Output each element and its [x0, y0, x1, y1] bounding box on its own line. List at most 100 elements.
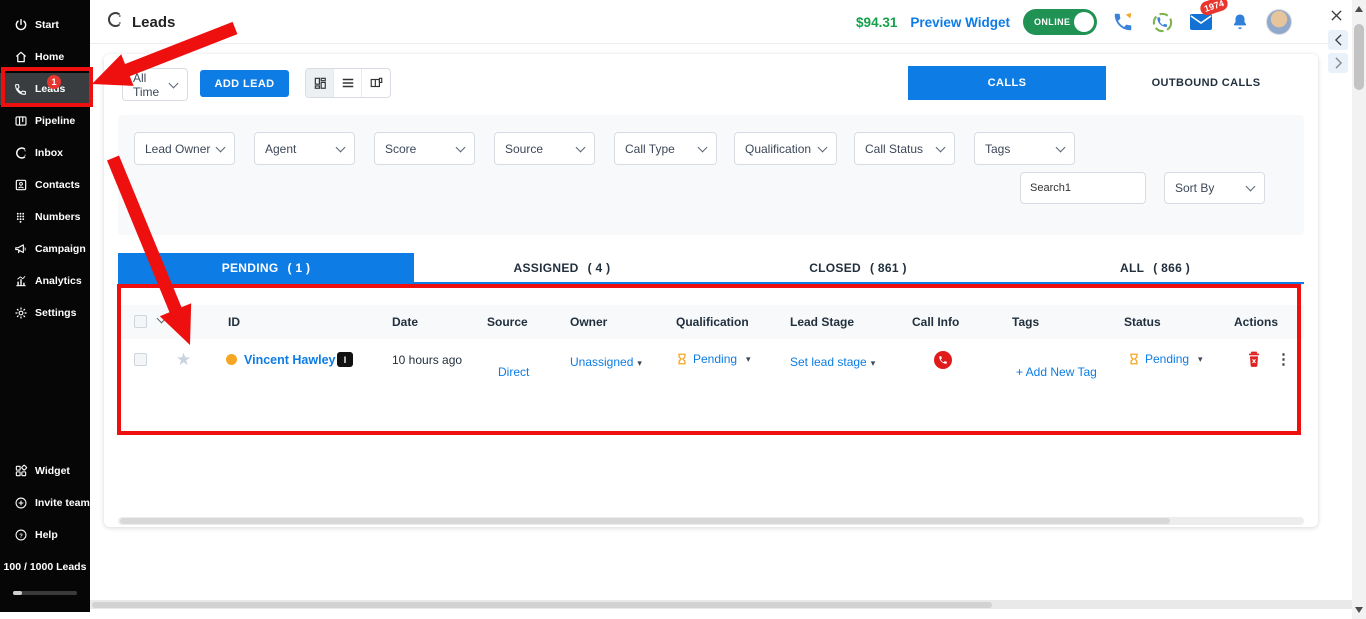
sidebar-item-start[interactable]: Start	[0, 9, 90, 41]
preview-widget-link[interactable]: Preview Widget	[910, 15, 1010, 30]
caret-down-icon: ▾	[871, 358, 876, 368]
filters-panel: Lead Owner Agent Score Source Call Type …	[118, 115, 1304, 235]
sidebar-item-campaign[interactable]: Campaign	[0, 233, 90, 265]
sidebar-item-analytics[interactable]: Analytics	[0, 265, 90, 297]
sidebar-item-widget[interactable]: Widget	[0, 455, 90, 487]
filter-score[interactable]: Score	[374, 132, 475, 165]
tab-label: ALL	[1120, 261, 1144, 275]
caret-down-icon: ▾	[746, 354, 751, 365]
contacts-icon	[13, 178, 28, 193]
star-icon[interactable]: ★	[176, 351, 191, 368]
leads-usage-progressbar	[13, 591, 77, 595]
scroll-down-arrow-icon[interactable]	[1355, 607, 1363, 613]
mail-icon[interactable]: 1974	[1188, 9, 1214, 35]
delete-lead-icon[interactable]	[1246, 350, 1262, 373]
tab-count: ( 861 )	[870, 261, 907, 275]
select-all-checkbox[interactable]	[134, 315, 147, 328]
dialer-phone-icon[interactable]	[1110, 9, 1136, 35]
chevron-down-icon	[1246, 182, 1256, 192]
expand-right-button[interactable]	[1328, 53, 1348, 73]
select-all-chevron-icon[interactable]	[157, 314, 167, 324]
lead-stage-dropdown[interactable]: Set lead stage ▾	[790, 353, 875, 371]
bell-icon[interactable]	[1227, 9, 1253, 35]
user-avatar[interactable]	[1266, 9, 1292, 35]
row-checkbox[interactable]	[134, 353, 147, 366]
filter-call-type[interactable]: Call Type	[614, 132, 717, 165]
sidebar-item-settings[interactable]: Settings	[0, 297, 90, 329]
gear-icon	[13, 306, 28, 321]
sidebar-item-home[interactable]: Home	[0, 41, 90, 73]
row-menu-icon[interactable]: ⋮	[1276, 352, 1291, 367]
hourglass-icon	[1128, 352, 1140, 366]
scrollbar-thumb[interactable]	[92, 602, 992, 608]
scrollbar-thumb[interactable]	[120, 518, 1170, 524]
filter-label: Call Type	[625, 142, 675, 156]
sidebar-item-pipeline[interactable]: Pipeline	[0, 105, 90, 137]
tab-closed[interactable]: CLOSED ( 861 )	[710, 253, 1006, 282]
sidebar-item-invite-team[interactable]: Invite team	[0, 487, 90, 519]
chevron-down-icon	[216, 142, 226, 152]
sidebar-item-numbers[interactable]: Numbers	[0, 201, 90, 233]
close-button[interactable]	[1326, 5, 1346, 25]
owner-dropdown[interactable]: Unassigned▾	[570, 353, 642, 371]
app-window: Start Home Leads 1 Pipeline Inbox	[0, 0, 1366, 619]
filter-call-status[interactable]: Call Status	[854, 132, 955, 165]
filter-label: Qualification	[745, 142, 811, 156]
collapse-left-button[interactable]	[1328, 30, 1348, 50]
sidebar-label: Campaign	[35, 243, 86, 255]
view-switcher	[305, 68, 391, 98]
sidebar-item-inbox[interactable]: Inbox	[0, 137, 90, 169]
table-horizontal-scrollbar[interactable]	[118, 517, 1304, 525]
add-new-tag-link[interactable]: + Add New Tag	[1016, 365, 1097, 379]
chevron-down-icon	[818, 142, 828, 152]
sidebar: Start Home Leads 1 Pipeline Inbox	[0, 0, 90, 612]
status-value: Pending	[1145, 352, 1189, 366]
col-source: Source	[487, 315, 528, 329]
sidebar-item-help[interactable]: ? Help	[0, 519, 90, 551]
filter-agent[interactable]: Agent	[254, 132, 355, 165]
tab-pending[interactable]: PENDING( 1 )	[118, 253, 414, 282]
call-queue-icon[interactable]	[1149, 9, 1175, 35]
scrollbar-thumb[interactable]	[1354, 24, 1364, 90]
col-actions: Actions	[1234, 315, 1278, 329]
lead-stage-value: Set lead stage	[790, 355, 867, 369]
sidebar-item-leads[interactable]: Leads 1	[0, 73, 90, 105]
filter-source[interactable]: Source	[494, 132, 595, 165]
filter-label: Lead Owner	[145, 142, 210, 156]
toggle-knob	[1074, 12, 1094, 32]
tab-all[interactable]: ALL ( 866 )	[1006, 253, 1304, 282]
tab-calls[interactable]: CALLS	[908, 66, 1106, 100]
tab-count: ( 866 )	[1153, 261, 1190, 275]
sidebar-item-contacts[interactable]: Contacts	[0, 169, 90, 201]
search-input[interactable]	[1020, 172, 1146, 204]
tab-outbound-calls[interactable]: OUTBOUND CALLS	[1106, 66, 1306, 100]
leads-usage-counter: 100 / 1000 Leads	[0, 561, 90, 573]
dialpad-icon	[13, 210, 28, 225]
lead-date: 10 hours ago	[392, 353, 462, 367]
list-view-icon[interactable]	[334, 69, 362, 97]
filter-lead-owner[interactable]: Lead Owner	[134, 132, 235, 165]
add-lead-button[interactable]: ADD LEAD	[200, 70, 289, 97]
tab-label: CLOSED	[809, 261, 861, 275]
kanban-view-icon[interactable]	[362, 69, 390, 97]
lead-source-link[interactable]: Direct	[498, 365, 529, 379]
status-dropdown[interactable]: Pending▾	[1128, 352, 1203, 366]
tab-assigned[interactable]: ASSIGNED( 4 )	[414, 253, 710, 282]
call-info-icon[interactable]	[934, 351, 952, 369]
filter-qualification[interactable]: Qualification	[734, 132, 837, 165]
lead-flag-badge[interactable]: I	[337, 352, 353, 367]
table-header: ID Date Source Owner Qualification Lead …	[118, 305, 1304, 339]
online-status-toggle[interactable]: ONLINE	[1023, 9, 1097, 35]
lead-name-link[interactable]: Vincent Hawley	[244, 353, 335, 367]
scroll-up-arrow-icon[interactable]	[1355, 6, 1363, 12]
grid-view-icon[interactable]	[306, 69, 334, 97]
page-horizontal-scrollbar[interactable]	[90, 600, 1352, 609]
sort-by-dropdown[interactable]: Sort By	[1164, 172, 1265, 204]
chevron-down-icon	[169, 78, 179, 88]
online-status-label: ONLINE	[1034, 17, 1070, 27]
time-filter-dropdown[interactable]: All Time	[122, 68, 188, 101]
page-vertical-scrollbar[interactable]	[1352, 0, 1366, 619]
filter-tags[interactable]: Tags	[974, 132, 1075, 165]
qualification-dropdown[interactable]: Pending▾	[676, 352, 751, 366]
time-filter-value: All Time	[133, 71, 170, 99]
